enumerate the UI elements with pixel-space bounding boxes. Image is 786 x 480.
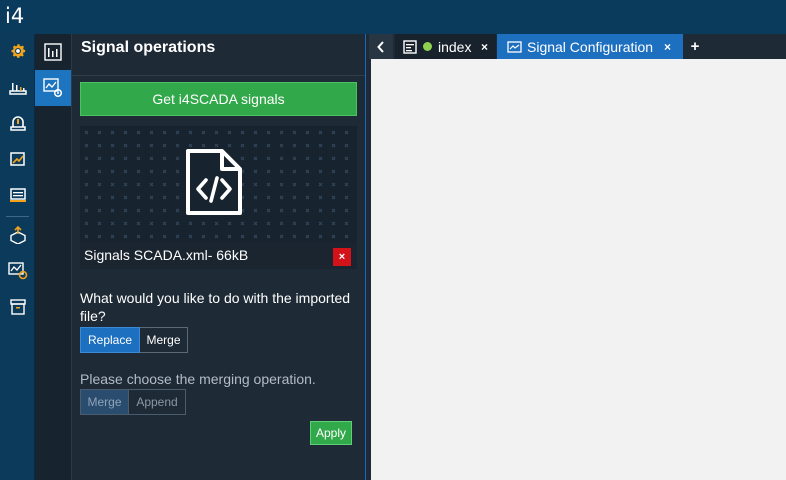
remove-file-button[interactable]: × (333, 248, 351, 266)
signal-config-active-icon[interactable] (35, 70, 71, 106)
top-bar: i4 (0, 0, 786, 34)
add-tab-button[interactable]: + (684, 34, 706, 59)
merge-operation-toggle: Merge Append (80, 389, 186, 415)
signal-operations-panel: Signal operations Get i4SCADA signals Si… (72, 34, 366, 480)
plant-icon[interactable] (0, 72, 35, 102)
get-signals-button[interactable]: Get i4SCADA signals (80, 82, 357, 116)
tab-scroll-left-button[interactable] (369, 34, 393, 59)
chart-tab-icon (507, 40, 522, 53)
page-icon (403, 39, 417, 54)
panel-title: Signal operations (81, 39, 216, 56)
xml-file-icon (186, 149, 242, 215)
file-name: Signals SCADA.xml- 66kB (84, 247, 249, 263)
replace-button[interactable]: Replace (80, 327, 140, 353)
tab-index-label: index (438, 38, 472, 55)
secondary-sidebar (35, 34, 72, 480)
import-question: What would you like to do with the impor… (80, 290, 351, 324)
tab-index-close-button[interactable]: × (481, 40, 488, 54)
package-icon[interactable] (0, 220, 35, 250)
list-icon[interactable] (0, 180, 35, 210)
tab-index[interactable]: index × (395, 34, 496, 59)
archive-icon[interactable] (0, 292, 35, 322)
main-sidebar (0, 34, 35, 480)
merge-operation-label: Please choose the merging operation. (80, 371, 316, 387)
signal-list-icon[interactable] (35, 34, 71, 70)
file-drop-zone[interactable]: Signals SCADA.xml- 66kB × (80, 126, 357, 269)
sidebar-divider (6, 216, 29, 217)
tab-signal-configuration[interactable]: Signal Configuration × (497, 34, 683, 59)
chevron-left-icon (377, 40, 384, 53)
signal-config-icon[interactable] (0, 256, 35, 286)
chart-icon[interactable] (0, 144, 35, 174)
merge-button[interactable]: Merge (140, 327, 188, 353)
apply-button[interactable]: Apply (310, 421, 352, 445)
status-dot-icon (423, 42, 432, 51)
panel-divider (72, 75, 365, 76)
tab-bar: index × Signal Configuration × + (367, 34, 786, 59)
app-logo[interactable]: i4 (5, 4, 24, 28)
tab-signal-configuration-close-button[interactable]: × (664, 40, 671, 54)
alarm-icon[interactable] (0, 108, 35, 138)
tab-signal-configuration-label: Signal Configuration (527, 38, 654, 55)
merge-operation-button[interactable]: Merge (80, 389, 129, 415)
append-operation-button[interactable]: Append (129, 389, 186, 415)
main-content-area (371, 59, 786, 480)
gear-icon[interactable] (0, 36, 35, 66)
import-mode-toggle: Replace Merge (80, 327, 188, 353)
file-info-bar: Signals SCADA.xml- 66kB × (80, 242, 357, 269)
